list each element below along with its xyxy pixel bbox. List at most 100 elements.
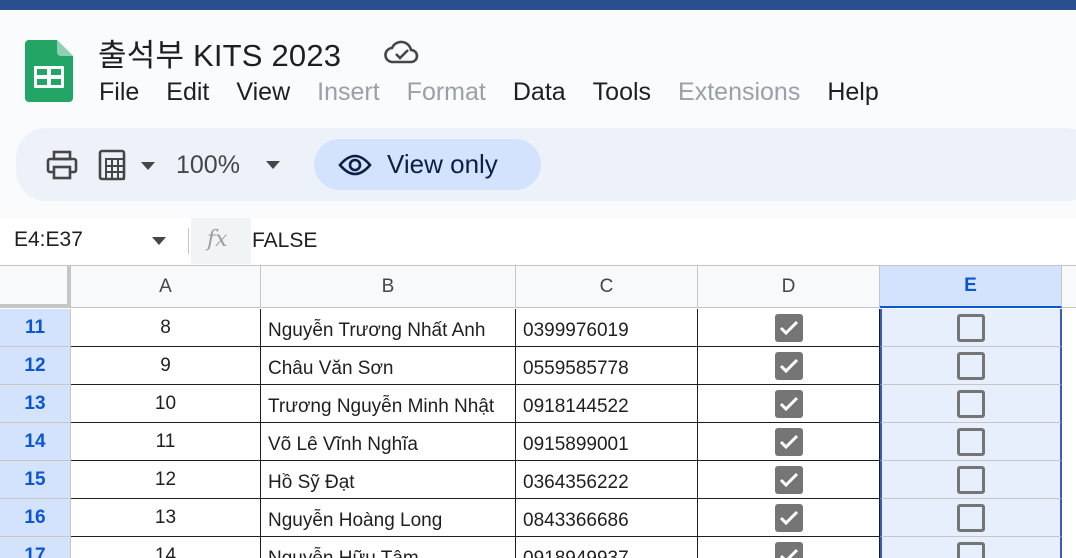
cell-b[interactable]: Trương Nguyễn Minh Nhật [261, 385, 516, 423]
row-header[interactable]: 13 [0, 385, 71, 423]
checkbox-cell-d[interactable] [698, 347, 880, 385]
checkbox-cell-d[interactable] [698, 423, 880, 461]
column-header-row: A B C D E [0, 265, 1076, 308]
cell-c[interactable]: 0915899001 [516, 423, 698, 461]
cell-value: 0364356222 [523, 471, 629, 493]
fx-label-box: fx [191, 218, 251, 264]
checkbox-cell-e[interactable] [880, 499, 1062, 537]
column-header-d[interactable]: D [698, 266, 880, 308]
cell-a[interactable]: 13 [71, 499, 261, 537]
cell-c[interactable]: 0918949937 [516, 537, 698, 558]
cell-a[interactable]: 11 [71, 423, 261, 461]
checkbox-cell-e[interactable] [880, 347, 1062, 385]
row-header[interactable]: 11 [0, 309, 71, 347]
menu-tools[interactable]: Tools [593, 78, 651, 110]
row-header[interactable]: 16 [0, 499, 71, 537]
name-box-dropdown-icon[interactable] [152, 237, 166, 245]
table-row: 11 8 Nguyễn Trương Nhất Anh 0399976019 [0, 309, 1076, 347]
checkbox-checked-icon[interactable] [774, 541, 803, 558]
cell-a[interactable]: 9 [71, 347, 261, 385]
menu-file[interactable]: File [99, 78, 139, 110]
zoom-dropdown[interactable]: 100% [176, 148, 280, 182]
checkbox-cell-e[interactable] [880, 461, 1062, 499]
table-row: 14 11 Võ Lê Vĩnh Nghĩa 0915899001 [0, 423, 1076, 461]
menu-help[interactable]: Help [827, 78, 878, 110]
select-all-corner[interactable] [0, 266, 71, 308]
cell-b[interactable]: Võ Lê Vĩnh Nghĩa [261, 423, 516, 461]
cell-b[interactable]: Hồ Sỹ Đạt [261, 461, 516, 499]
cloud-saved-icon[interactable] [384, 38, 420, 66]
checkbox-checked-icon[interactable] [774, 503, 803, 532]
cell-a[interactable]: 14 [71, 537, 261, 558]
formula-bar-divider [188, 228, 189, 254]
cell-value: 8 [160, 316, 171, 338]
cell-value: 0918949937 [523, 547, 629, 558]
cell-value: 0843366686 [523, 509, 629, 531]
menu-insert[interactable]: Insert [317, 78, 380, 110]
view-only-button[interactable]: View only [314, 139, 541, 190]
checkbox-cell-d[interactable] [698, 309, 880, 347]
row-header[interactable]: 12 [0, 347, 71, 385]
menu-format[interactable]: Format [407, 78, 486, 110]
cell-b[interactable]: Nguyễn Hoàng Long [261, 499, 516, 537]
cell-a[interactable]: 10 [71, 385, 261, 423]
row-header[interactable]: 15 [0, 461, 71, 499]
table-row: 12 9 Châu Văn Sơn 0559585778 [0, 347, 1076, 385]
checkbox-cell-e[interactable] [880, 537, 1062, 558]
print-icon[interactable] [46, 150, 78, 180]
chevron-down-icon [265, 161, 280, 169]
cell-c[interactable]: 0399976019 [516, 309, 698, 347]
window-top-strip [0, 0, 1076, 10]
cell-value: 10 [154, 392, 177, 414]
menu-view[interactable]: View [236, 78, 290, 110]
menu-extensions[interactable]: Extensions [678, 78, 800, 110]
checkbox-unchecked-icon[interactable] [957, 503, 985, 532]
checkbox-cell-e[interactable] [880, 385, 1062, 423]
checkbox-unchecked-icon[interactable] [957, 541, 985, 558]
checkbox-cell-e[interactable] [880, 423, 1062, 461]
cell-value: 0559585778 [523, 357, 629, 379]
cell-b[interactable]: Châu Văn Sơn [261, 347, 516, 385]
cell-c[interactable]: 0364356222 [516, 461, 698, 499]
column-header-e[interactable]: E [880, 266, 1062, 308]
checkbox-unchecked-icon[interactable] [957, 313, 985, 342]
checkbox-checked-icon[interactable] [774, 465, 803, 494]
formula-input[interactable]: FALSE [252, 229, 317, 253]
cell-value: Hồ Sỹ Đạt [268, 471, 355, 493]
cell-a[interactable]: 8 [71, 309, 261, 347]
checkbox-cell-d[interactable] [698, 385, 880, 423]
cell-c[interactable]: 0843366686 [516, 499, 698, 537]
checkbox-checked-icon[interactable] [774, 351, 803, 380]
menu-edit[interactable]: Edit [166, 78, 209, 110]
cell-value: Châu Văn Sơn [268, 357, 394, 379]
checkbox-checked-icon[interactable] [774, 389, 803, 418]
checkbox-cell-e[interactable] [880, 309, 1062, 347]
checkbox-cell-d[interactable] [698, 537, 880, 558]
google-sheets-logo-icon[interactable] [25, 40, 73, 102]
checkbox-cell-d[interactable] [698, 499, 880, 537]
name-box[interactable]: E4:E37 [14, 228, 83, 252]
checkbox-cell-d[interactable] [698, 461, 880, 499]
fx-icon: fx [207, 227, 228, 252]
row-header[interactable]: 17 [0, 537, 71, 558]
menu-data[interactable]: Data [513, 78, 566, 110]
document-title[interactable]: 출석부 KITS 2023 [98, 30, 341, 75]
cell-c[interactable]: 0559585778 [516, 347, 698, 385]
checkbox-unchecked-icon[interactable] [957, 389, 985, 418]
cell-b[interactable]: Nguyễn Hữu Tâm [261, 537, 516, 558]
checkbox-checked-icon[interactable] [774, 427, 803, 456]
cell-a[interactable]: 12 [71, 461, 261, 499]
paint-format-dropdown-icon[interactable] [98, 149, 156, 181]
cell-b[interactable]: Nguyễn Trương Nhất Anh [261, 309, 516, 347]
checkbox-unchecked-icon[interactable] [957, 427, 985, 456]
cell-value: Trương Nguyễn Minh Nhật [268, 395, 495, 417]
column-header-a[interactable]: A [71, 266, 261, 308]
row-header[interactable]: 14 [0, 423, 71, 461]
checkbox-unchecked-icon[interactable] [957, 465, 985, 494]
cell-c[interactable]: 0918144522 [516, 385, 698, 423]
column-header-c[interactable]: C [516, 266, 698, 308]
column-header-b[interactable]: B [261, 266, 516, 308]
checkbox-unchecked-icon[interactable] [957, 351, 985, 380]
checkbox-checked-icon[interactable] [774, 313, 803, 342]
menu-bar: File Edit View Insert Format Data Tools … [99, 78, 906, 110]
